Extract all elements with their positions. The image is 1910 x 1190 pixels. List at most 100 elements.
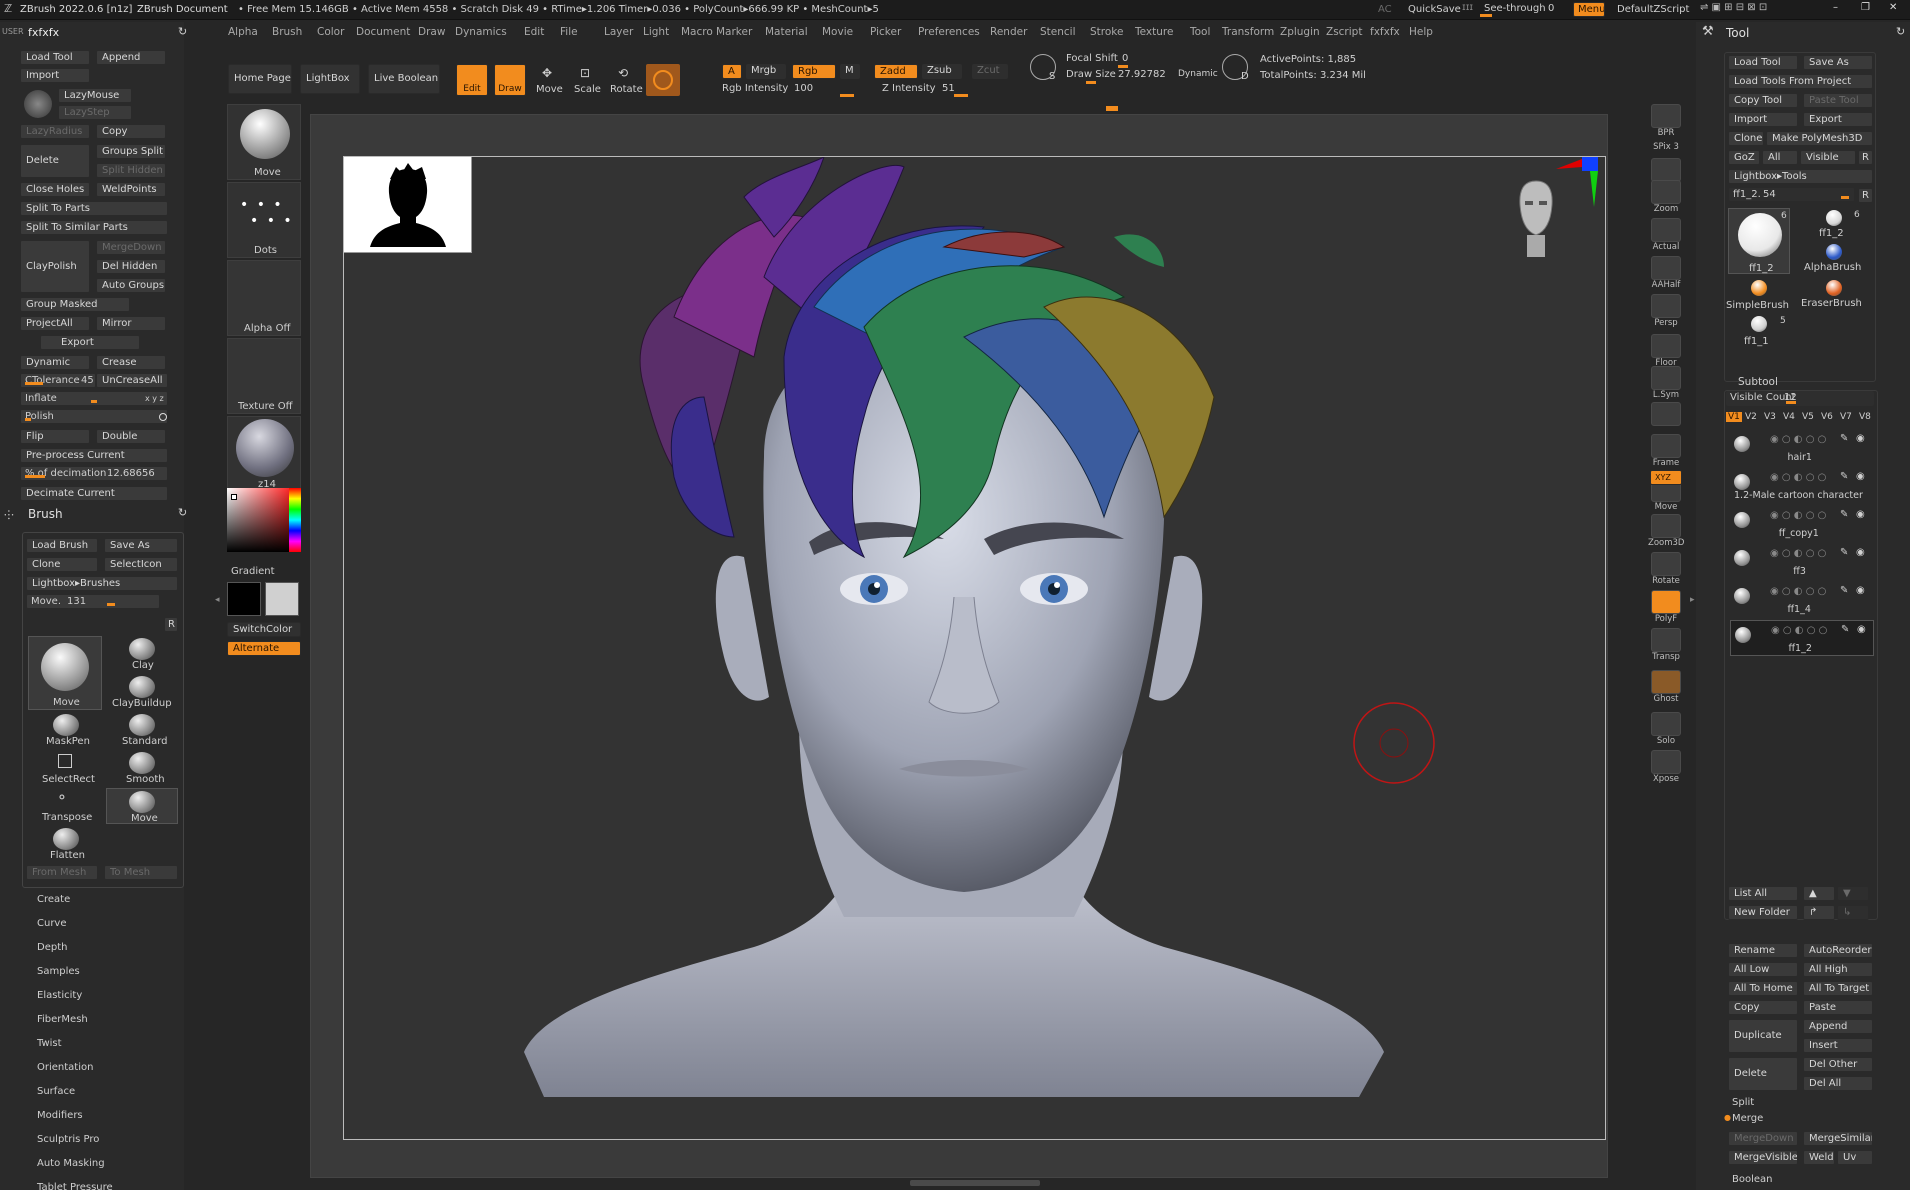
dynamic-circle-icon[interactable]: D bbox=[1222, 54, 1249, 82]
rename-button[interactable]: Rename bbox=[1728, 943, 1798, 958]
sculpt-model[interactable] bbox=[344, 157, 1606, 1140]
menu-stencil[interactable]: Stencil bbox=[1040, 26, 1076, 38]
subtool-copy-button[interactable]: Copy bbox=[1728, 1000, 1798, 1015]
eye-icon[interactable]: ◉ bbox=[1856, 433, 1865, 444]
version-tab-v1[interactable]: V1 bbox=[1726, 412, 1742, 422]
quicksave-button[interactable]: QuickSave bbox=[1408, 4, 1461, 15]
brush-save-as-button[interactable]: Save As bbox=[104, 538, 178, 553]
tool-thumb-ff1-2[interactable]: ff1_2 6 bbox=[1728, 208, 1790, 274]
all-high-button[interactable]: All High bbox=[1803, 962, 1873, 977]
polypaint-icon[interactable]: ✎ bbox=[1840, 547, 1848, 558]
subtool-toggle-icons[interactable]: ◉ ○ ◐ ○ ○ bbox=[1771, 625, 1827, 636]
menu-stroke[interactable]: Stroke bbox=[1090, 26, 1123, 38]
brush-move-selected[interactable]: Move bbox=[106, 788, 178, 824]
subtool-delete-button[interactable]: Delete bbox=[1728, 1057, 1798, 1091]
goz-all-button[interactable]: All bbox=[1762, 150, 1798, 165]
brush-move-slider[interactable]: Move. 131 bbox=[26, 594, 160, 609]
eye-icon[interactable]: ◉ bbox=[1856, 471, 1865, 482]
list-all-button[interactable]: List All bbox=[1728, 886, 1798, 901]
menu-movie[interactable]: Movie bbox=[822, 26, 853, 38]
append-button[interactable]: Append bbox=[96, 50, 166, 65]
refresh-icon[interactable]: ↻ bbox=[178, 25, 187, 38]
make-polymesh3d-button[interactable]: Make PolyMesh3D bbox=[1766, 131, 1873, 146]
menu-transform[interactable]: Transform bbox=[1222, 26, 1274, 38]
menu-dynamics[interactable]: Dynamics bbox=[455, 26, 507, 38]
goz-r-button[interactable]: R bbox=[1858, 150, 1873, 165]
subtool-toggle-icons[interactable]: ◉ ○ ◐ ○ ○ bbox=[1770, 510, 1826, 521]
merge-header[interactable]: Merge bbox=[1732, 1113, 1763, 1124]
version-tab-v5[interactable]: V5 bbox=[1802, 412, 1814, 422]
subpalette-elasticity[interactable]: Elasticity bbox=[37, 990, 82, 1001]
groups-split-button[interactable]: Groups Split bbox=[96, 144, 166, 159]
all-low-button[interactable]: All Low bbox=[1728, 962, 1798, 977]
copy-button[interactable]: Copy bbox=[96, 124, 166, 139]
material-slot[interactable]: z14 bbox=[227, 416, 301, 492]
polypaint-icon[interactable]: ✎ bbox=[1841, 624, 1849, 635]
menu-render[interactable]: Render bbox=[990, 26, 1027, 38]
subpalette-fibermesh[interactable]: FiberMesh bbox=[37, 1014, 88, 1025]
merge-similar-button[interactable]: MergeSimilar bbox=[1803, 1131, 1873, 1146]
polypaint-icon[interactable]: ✎ bbox=[1840, 509, 1848, 520]
menus-button[interactable]: Menus bbox=[1573, 2, 1605, 17]
merge-visible-button[interactable]: MergeVisible bbox=[1728, 1150, 1798, 1165]
move-down-button[interactable]: ▼ bbox=[1837, 886, 1869, 901]
brush-clone-button[interactable]: Clone bbox=[26, 557, 98, 572]
decimate-current-button[interactable]: Decimate Current bbox=[20, 486, 168, 501]
delete-button[interactable]: Delete bbox=[20, 144, 90, 178]
copy-tool-button[interactable]: Copy Tool bbox=[1728, 93, 1798, 108]
gradient-label[interactable]: Gradient bbox=[231, 566, 275, 577]
stroke-slot[interactable]: • • • • • • Dots bbox=[227, 182, 301, 258]
subtool-row[interactable]: ◉ ○ ◐ ○ ○ ◉ ✎ ff_copy1 bbox=[1730, 506, 1874, 542]
subtool-paste-button[interactable]: Paste bbox=[1803, 1000, 1873, 1015]
move-mode-button[interactable]: ✥ Move bbox=[532, 64, 564, 96]
view-tool-frame[interactable]: Frame bbox=[1648, 434, 1684, 468]
tool-load-tool-button[interactable]: Load Tool bbox=[1728, 55, 1798, 70]
tool-thumb-ff1-1[interactable]: ff1_1 5 bbox=[1728, 314, 1790, 348]
selecticon-button[interactable]: SelectIcon bbox=[104, 557, 178, 572]
view-tool-transp[interactable]: Transp bbox=[1648, 628, 1684, 662]
menu-picker[interactable]: Picker bbox=[870, 26, 901, 38]
alpha-slot[interactable]: Alpha Off bbox=[227, 260, 301, 336]
version-tab-v7[interactable]: V7 bbox=[1840, 412, 1852, 422]
view-tool-solo[interactable]: Solo bbox=[1648, 712, 1684, 746]
load-brush-button[interactable]: Load Brush bbox=[26, 538, 98, 553]
autoreorder-button[interactable]: AutoReorder bbox=[1803, 943, 1873, 958]
brush-refresh-icon[interactable]: ↻ bbox=[178, 506, 187, 519]
zcut-button[interactable]: Zcut bbox=[972, 64, 1008, 79]
del-other-button[interactable]: Del Other bbox=[1803, 1057, 1873, 1072]
inflate-slider[interactable]: Inflate x y z bbox=[20, 391, 168, 406]
subpalette-tablet-pressure[interactable]: Tablet Pressure bbox=[37, 1182, 113, 1190]
brush-transpose[interactable]: ⚬ Transpose bbox=[36, 788, 96, 824]
split-to-similar-parts-button[interactable]: Split To Similar Parts bbox=[20, 220, 168, 235]
subtool-header[interactable]: Subtool bbox=[1738, 376, 1778, 388]
draw-size-slider[interactable]: Draw Size 27.92782 Dynamic bbox=[1066, 68, 1218, 84]
m-button[interactable]: M bbox=[840, 64, 860, 79]
zadd-button[interactable]: Zadd bbox=[874, 64, 918, 79]
menu-draw[interactable]: Draw bbox=[418, 26, 445, 38]
paste-tool-button[interactable]: Paste Tool bbox=[1803, 93, 1873, 108]
close-icon[interactable]: ✕ bbox=[1889, 2, 1897, 13]
view-tool-persp[interactable]: Persp bbox=[1648, 294, 1684, 328]
edit-button[interactable]: Edit bbox=[456, 64, 488, 96]
material-sphere-button[interactable] bbox=[646, 64, 680, 96]
secondary-color-swatch[interactable] bbox=[227, 582, 261, 616]
goz-button[interactable]: GoZ bbox=[1728, 150, 1760, 165]
subpalette-modifiers[interactable]: Modifiers bbox=[37, 1110, 83, 1121]
dynamic-button[interactable]: Dynamic bbox=[20, 355, 90, 370]
insert-button[interactable]: Insert bbox=[1803, 1038, 1873, 1053]
brush-flatten[interactable]: Flatten bbox=[36, 826, 96, 862]
menu-marker[interactable]: Marker bbox=[716, 26, 752, 38]
menu-help[interactable]: Help bbox=[1409, 26, 1433, 38]
weldpoints-button[interactable]: WeldPoints bbox=[96, 182, 166, 197]
merge-down-button[interactable]: MergeDown bbox=[1728, 1131, 1798, 1146]
menu-macro[interactable]: Macro bbox=[681, 26, 713, 38]
brush-selectrect[interactable]: SelectRect bbox=[36, 750, 96, 786]
viewport-canvas[interactable] bbox=[343, 156, 1606, 1140]
uv-button[interactable]: Uv bbox=[1837, 1150, 1873, 1165]
menu-preferences[interactable]: Preferences bbox=[918, 26, 980, 38]
view-tool-lock[interactable] bbox=[1648, 402, 1684, 426]
texture-slot[interactable]: Texture Off bbox=[227, 338, 301, 414]
subtool-row[interactable]: ◉ ○ ◐ ○ ○ ◉ ✎ ff3 bbox=[1730, 544, 1874, 580]
view-tool-l-sym[interactable]: L.Sym bbox=[1648, 366, 1684, 400]
subpalette-auto-masking[interactable]: Auto Masking bbox=[37, 1158, 105, 1169]
